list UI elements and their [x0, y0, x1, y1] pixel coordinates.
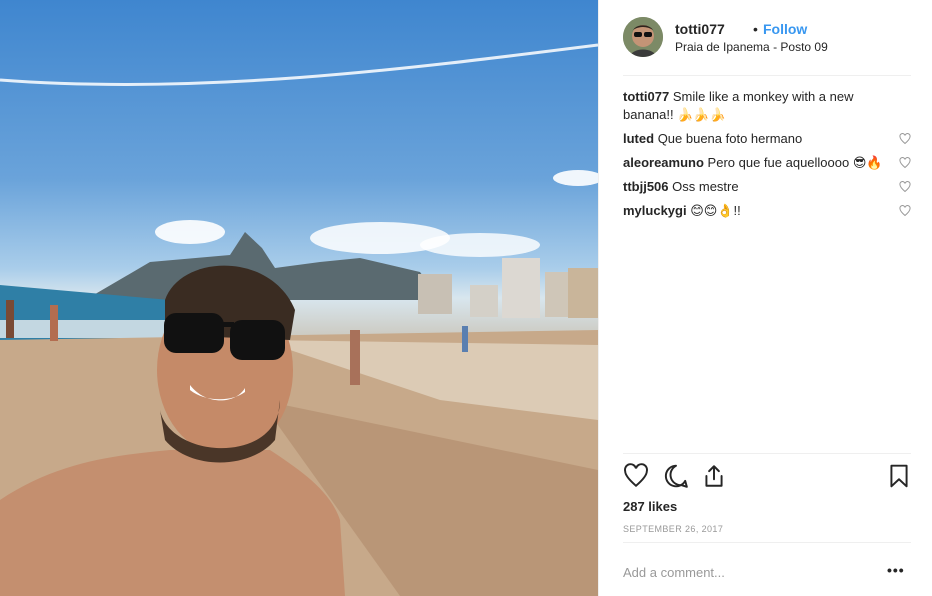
divider [623, 75, 911, 76]
comment-item: ttbjj506 Oss mestre [623, 178, 911, 196]
avatar[interactable] [623, 17, 663, 57]
comment-text: Oss mestre [672, 179, 739, 194]
likes-count[interactable]: 287 likes [623, 499, 677, 514]
post-date[interactable]: SEPTEMBER 26, 2017 [623, 524, 723, 534]
follow-button[interactable]: Follow [763, 21, 807, 37]
post-photo[interactable] [0, 0, 598, 596]
comment-username[interactable]: aleoreamuno [623, 155, 704, 170]
comment-username[interactable]: myluckygi [623, 203, 687, 218]
avatar-image [623, 17, 663, 57]
comment-username[interactable]: totti077 [623, 89, 669, 104]
comment-username[interactable]: ttbjj506 [623, 179, 669, 194]
comment-like-icon[interactable] [899, 157, 911, 169]
header-separator: • [753, 21, 758, 37]
share-icon[interactable] [701, 463, 727, 489]
comment-like-icon[interactable] [899, 181, 911, 193]
post-side-panel: totti077 • Follow Praia de Ipanema - Pos… [598, 0, 932, 596]
post-location[interactable]: Praia de Ipanema - Posto 09 [675, 40, 828, 54]
comment-text: Que buena foto hermano [657, 131, 803, 146]
more-options-button[interactable]: ••• [887, 562, 905, 578]
divider [623, 453, 911, 454]
heart-icon[interactable] [623, 463, 649, 489]
comment-item: aleoreamuno Pero que fue aquelloooo 😎🔥 [623, 154, 911, 172]
comment-caption: totti077 Smile like a monkey with a new … [623, 88, 911, 124]
post-actions [623, 463, 911, 491]
divider [623, 542, 911, 543]
comment-like-icon[interactable] [899, 133, 911, 145]
post-header: totti077 • Follow Praia de Ipanema - Pos… [623, 17, 911, 59]
post-username[interactable]: totti077 [675, 21, 725, 37]
comment-item: luted Que buena foto hermano [623, 130, 911, 148]
beach-selfie-image [0, 43, 598, 596]
comments-list: totti077 Smile like a monkey with a new … [623, 88, 911, 226]
comment-text: 😊😊👌!! [690, 203, 741, 218]
comment-text: Pero que fue aquelloooo 😎🔥 [707, 155, 883, 170]
comment-item: myluckygi 😊😊👌!! [623, 202, 911, 220]
add-comment-input[interactable] [623, 563, 863, 581]
bookmark-icon[interactable] [886, 463, 912, 489]
comment-icon[interactable] [663, 463, 689, 489]
comment-username[interactable]: luted [623, 131, 654, 146]
comment-like-icon[interactable] [899, 205, 911, 217]
